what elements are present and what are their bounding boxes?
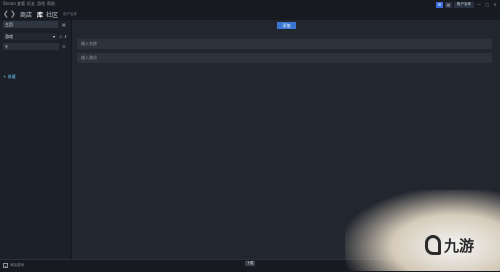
add-game-label: 添加游戏 <box>10 263 24 267</box>
search-icon: ⚲ <box>5 44 8 49</box>
menu-bar: Steam 查看 好友 游戏 帮助 ✉ ▤ 账户名称 — □ ✕ <box>0 0 500 8</box>
clock-icon[interactable]: ◷ <box>59 34 63 39</box>
search-input[interactable]: ⚲ <box>3 43 59 50</box>
chat-icon[interactable]: ▤ <box>445 1 452 8</box>
plus-icon: + <box>3 263 8 268</box>
window-actions: ✉ ▤ 账户名称 — □ ✕ <box>436 1 498 8</box>
sidebar-item-collection[interactable]: + 收藏 <box>3 74 16 80</box>
back-arrow-icon[interactable]: ❮ <box>3 10 9 18</box>
menu-view[interactable]: 查看 <box>17 1 25 7</box>
add-button[interactable]: 添加 <box>277 22 296 29</box>
close-icon[interactable]: ✕ <box>492 2 498 8</box>
menu-games[interactable]: 游戏 <box>37 1 45 7</box>
username-label: 用户名称 <box>63 11 77 16</box>
tab-library[interactable]: 库 <box>37 10 43 19</box>
tab-community[interactable]: 社区 <box>46 10 58 19</box>
account-button[interactable]: 账户名称 <box>454 1 474 8</box>
grid-view-icon[interactable]: ▦ <box>62 22 66 27</box>
menu-help[interactable]: 帮助 <box>47 1 55 7</box>
nav-bar: ❮ ❯ 商店 库 社区 用户名称 <box>0 8 500 20</box>
watermark-text: 九游 <box>444 236 475 255</box>
download-icon[interactable]: ⬇ <box>64 34 67 39</box>
maximize-icon[interactable]: □ <box>484 2 490 8</box>
watermark-glow <box>345 190 500 271</box>
name-field[interactable]: 输入名称 <box>77 39 492 49</box>
forward-arrow-icon[interactable]: ❯ <box>10 10 16 18</box>
filter-icon[interactable]: ☰ <box>62 44 66 49</box>
downloads-button[interactable]: 下载 <box>245 261 255 266</box>
filter-dropdown[interactable]: 游戏 ▾ <box>3 33 57 40</box>
add-game-button[interactable]: + 添加游戏 <box>3 262 24 269</box>
watermark-mark-icon <box>425 235 441 255</box>
watermark-logo: 九游 <box>425 232 500 258</box>
sidebar: 主页 ▦ 游戏 ▾ ◷ ⬇ ⚲ ☰ + 收藏 <box>0 20 72 259</box>
minimize-icon[interactable]: — <box>476 2 482 8</box>
filter-label: 游戏 <box>5 33 13 39</box>
path-field[interactable]: 输入路径 <box>77 53 492 63</box>
sidebar-home-button[interactable]: 主页 <box>3 21 58 28</box>
chevron-down-icon: ▾ <box>52 34 55 39</box>
menu-friends[interactable]: 好友 <box>27 1 35 7</box>
tab-store[interactable]: 商店 <box>20 10 32 19</box>
notification-icon[interactable]: ✉ <box>436 1 443 8</box>
menu-steam[interactable]: Steam <box>3 1 16 6</box>
